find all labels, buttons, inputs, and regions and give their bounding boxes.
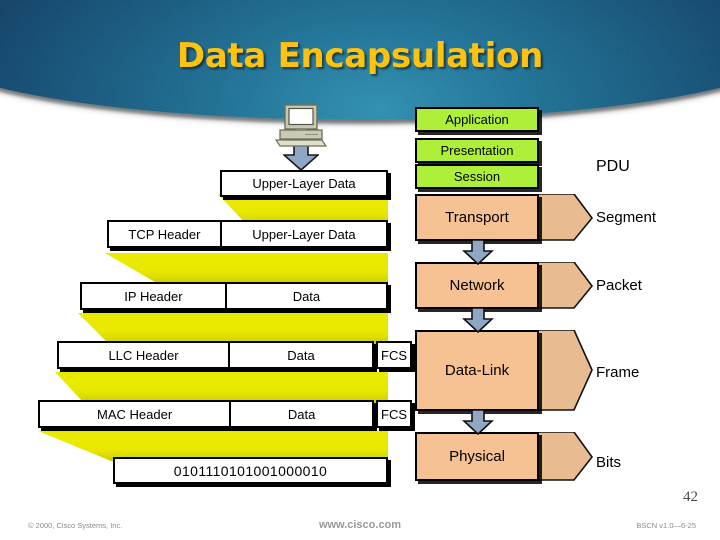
row-cell-tcp-header: TCP Header	[128, 226, 201, 242]
row-cell-llc-header: LLC Header	[108, 347, 179, 363]
table-row: IP Header Data	[80, 282, 388, 310]
funnel-connector-2	[105, 253, 388, 285]
pdu-label-packet: Packet	[596, 277, 642, 294]
pdu-column-header: PDU	[596, 158, 630, 175]
llc-fcs-field: FCS	[376, 341, 412, 369]
table-row: LLC Header Data	[57, 341, 374, 369]
pdu-label-segment: Segment	[596, 209, 657, 226]
row-cell-mac-payload: Data	[229, 402, 372, 426]
row-cell-ip-payload: Data	[224, 284, 386, 308]
slide-canvas: Data Encapsulation Upper-Layer Data TCP …	[0, 0, 720, 540]
row-cell-tcp-payload: Upper-Layer Data	[219, 222, 386, 246]
pdu-tail-frame	[533, 329, 596, 417]
pdu-tail-bits	[533, 431, 596, 487]
row-cell-mac-header: MAC Header	[97, 406, 173, 422]
pdu-label-bits: Bits	[596, 454, 622, 471]
table-row: MAC Header Data	[38, 400, 374, 428]
pdu-tail-packet	[533, 261, 596, 315]
footer-course-code: BSCN v1.0—6-25	[636, 521, 696, 530]
desktop-computer-icon	[272, 104, 330, 153]
row-cell-bit-stream: 0101110101001000010	[173, 462, 328, 479]
page-title: Data Encapsulation	[176, 36, 544, 76]
table-row: TCP Header Upper-Layer Data	[107, 220, 388, 248]
stack-flow-arrow-3	[461, 409, 495, 441]
pdu-tail-segment	[533, 193, 596, 247]
osi-layer-presentation[interactable]: Presentation	[415, 138, 539, 163]
stack-flow-arrow-1	[461, 239, 495, 271]
osi-layer-session[interactable]: Session	[415, 164, 539, 189]
osi-layer-data-link[interactable]: Data-Link	[415, 330, 539, 411]
osi-layer-application[interactable]: Application	[415, 107, 539, 132]
table-row: 0101110101001000010	[113, 457, 388, 484]
page-number: 42	[683, 489, 698, 505]
row-cell-ip-header: IP Header	[124, 288, 183, 304]
mac-fcs-field: FCS	[376, 400, 412, 428]
row-cell-upper-layer-data: Upper-Layer Data	[252, 176, 356, 191]
footer-website: www.cisco.com	[318, 519, 402, 531]
stack-flow-arrow-2	[461, 307, 495, 339]
row-cell-llc-payload: Data	[228, 343, 372, 367]
pdu-label-frame: Frame	[596, 364, 640, 381]
table-row: Upper-Layer Data	[220, 170, 388, 197]
osi-layer-transport[interactable]: Transport	[415, 194, 539, 241]
